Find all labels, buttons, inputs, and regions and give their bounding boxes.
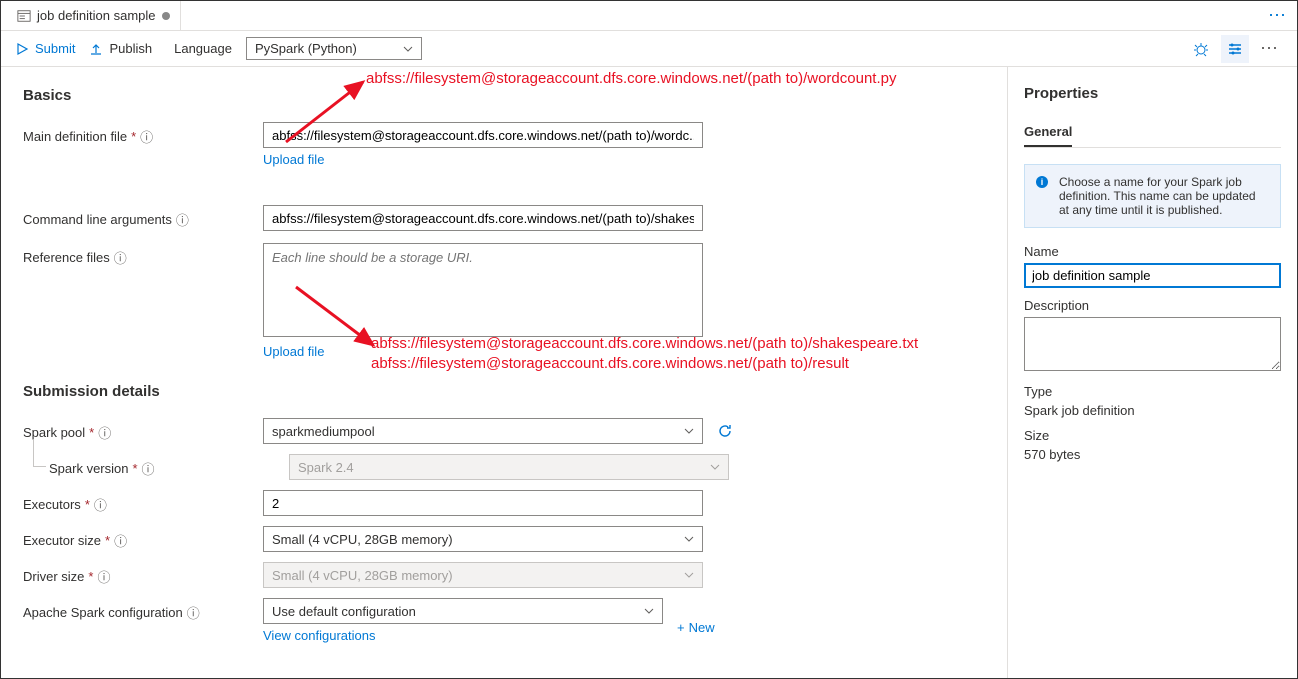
spark-version-label: Spark version* ⓘ <box>49 454 289 478</box>
tab-title: job definition sample <box>37 8 156 23</box>
spark-version-select: Spark 2.4 <box>289 454 729 480</box>
driver-size-label: Driver size* ⓘ <box>23 562 263 586</box>
size-value: 570 bytes <box>1024 447 1281 462</box>
ref-files-label: Reference files ⓘ <box>23 243 263 267</box>
info-icon[interactable]: ⓘ <box>114 531 127 550</box>
chevron-down-icon <box>684 426 694 436</box>
spark-pool-label: Spark pool* ⓘ <box>23 418 263 442</box>
submission-heading: Submission details <box>23 383 985 400</box>
info-icon[interactable]: ⓘ <box>97 567 110 586</box>
executor-size-label: Executor size* ⓘ <box>23 526 263 550</box>
tab-more-button[interactable]: ⋯ <box>1268 5 1287 26</box>
play-icon <box>15 42 29 56</box>
size-label: Size <box>1024 428 1281 443</box>
info-box: i Choose a name for your Spark job defin… <box>1024 164 1281 228</box>
chevron-down-icon <box>403 44 413 54</box>
cmd-args-input[interactable] <box>263 205 703 231</box>
svg-text:i: i <box>1041 177 1044 187</box>
info-icon[interactable]: ⓘ <box>94 495 107 514</box>
refresh-button[interactable] <box>717 423 733 439</box>
view-configs-link[interactable]: View configurations <box>263 628 376 643</box>
spark-config-select[interactable]: Use default configuration <box>263 598 663 624</box>
settings-panel-button[interactable] <box>1221 35 1249 63</box>
ref-files-textarea[interactable] <box>263 243 703 337</box>
spark-config-label: Apache Spark configuration ⓘ <box>23 598 263 622</box>
info-icon[interactable]: ⓘ <box>176 210 189 229</box>
type-value: Spark job definition <box>1024 403 1281 418</box>
cmd-args-label: Command line arguments ⓘ <box>23 205 263 229</box>
editor-tab[interactable]: job definition sample <box>7 1 181 30</box>
publish-button[interactable]: Publish <box>89 41 152 56</box>
info-icon[interactable]: ⓘ <box>114 248 127 267</box>
info-icon: i <box>1035 175 1049 189</box>
type-label: Type <box>1024 384 1281 399</box>
chevron-down-icon <box>710 462 720 472</box>
info-icon[interactable]: ⓘ <box>140 127 153 146</box>
more-button[interactable]: ⋯ <box>1255 35 1283 63</box>
upload-file-link-main[interactable]: Upload file <box>263 152 324 167</box>
new-config-button[interactable]: + New <box>677 620 715 635</box>
info-icon[interactable]: ⓘ <box>142 459 155 478</box>
description-textarea[interactable] <box>1024 317 1281 371</box>
executors-input[interactable] <box>263 490 703 516</box>
executor-size-select[interactable]: Small (4 vCPU, 28GB memory) <box>263 526 703 552</box>
publish-icon <box>89 42 103 56</box>
unsaved-dot-icon <box>162 12 170 20</box>
tab-general[interactable]: General <box>1024 118 1072 147</box>
bug-icon-button[interactable] <box>1187 35 1215 63</box>
annotation-text-1: abfss://filesystem@storageaccount.dfs.co… <box>366 70 896 87</box>
submit-button[interactable]: Submit <box>15 41 75 56</box>
chevron-down-icon <box>684 570 694 580</box>
main-def-file-input[interactable] <box>263 122 703 148</box>
spark-job-icon <box>17 9 31 23</box>
chevron-down-icon <box>644 606 654 616</box>
basics-heading: Basics <box>23 87 985 104</box>
description-label: Description <box>1024 298 1281 313</box>
driver-size-select: Small (4 vCPU, 28GB memory) <box>263 562 703 588</box>
info-icon[interactable]: ⓘ <box>187 603 200 622</box>
spark-pool-select[interactable]: sparkmediumpool <box>263 418 703 444</box>
info-icon[interactable]: ⓘ <box>98 423 111 442</box>
chevron-down-icon <box>684 534 694 544</box>
main-def-file-label: Main definition file* ⓘ <box>23 122 263 146</box>
plus-icon: + <box>677 620 685 635</box>
upload-file-link-ref[interactable]: Upload file <box>263 344 324 359</box>
properties-heading: Properties <box>1024 85 1281 102</box>
language-select[interactable]: PySpark (Python) <box>246 37 422 60</box>
executors-label: Executors* ⓘ <box>23 490 263 514</box>
language-label: Language <box>174 41 232 56</box>
name-label: Name <box>1024 244 1281 259</box>
name-input[interactable] <box>1024 263 1281 288</box>
